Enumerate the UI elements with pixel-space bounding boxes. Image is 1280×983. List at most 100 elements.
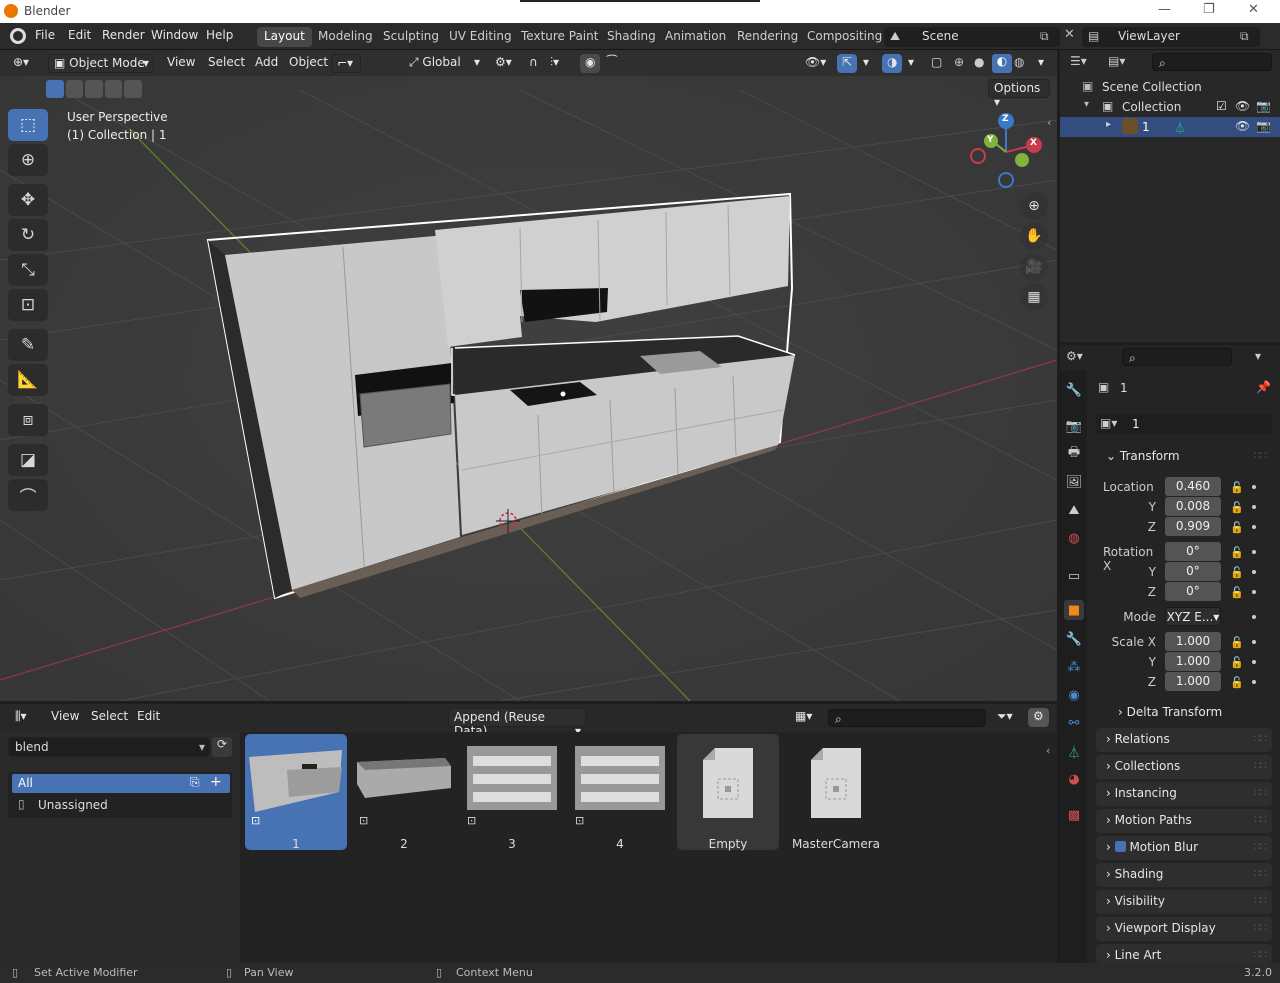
menu-edit[interactable]: Edit xyxy=(68,28,91,42)
transform-orientation-dropdown[interactable]: ⤢ Global ▾ xyxy=(404,54,482,73)
options-dropdown[interactable]: Options ▾ xyxy=(988,79,1050,109)
catalog-item-all[interactable]: All ⎘ + xyxy=(12,774,230,793)
display-thumbnails-icon[interactable]: ▦▾ xyxy=(790,708,817,727)
eye-icon[interactable]: 👁 xyxy=(1235,119,1250,133)
output-tab-icon[interactable]: 🖶 xyxy=(1064,444,1084,464)
motion-blur-panel[interactable]: › Motion Blur ∷∷ xyxy=(1096,836,1272,860)
lock-icon[interactable]: 🔓 xyxy=(1230,586,1244,599)
motion-blur-checkbox[interactable] xyxy=(1114,841,1126,852)
collections-panel[interactable]: › Collections ∷∷ xyxy=(1096,755,1272,779)
asset-item-1[interactable]: ⊡ 1 xyxy=(245,734,347,851)
view-layer-tab-icon[interactable]: 🖼 xyxy=(1064,472,1084,492)
lock-icon[interactable]: 🔓 xyxy=(1230,521,1244,534)
visibility-panel[interactable]: › Visibility ∷∷ xyxy=(1096,890,1272,914)
scale-x-field[interactable]: 1.000 xyxy=(1165,632,1221,651)
add-cube-tool-icon[interactable]: ⧈ xyxy=(8,404,48,436)
world-tab-icon[interactable]: ◍ xyxy=(1064,528,1084,548)
drag-grip-icon[interactable]: ∷∷ xyxy=(1254,786,1267,799)
select-new-icon[interactable] xyxy=(46,80,64,98)
relations-panel[interactable]: › Relations ∷∷ xyxy=(1096,728,1272,752)
drag-grip-icon[interactable]: ∷∷ xyxy=(1254,894,1267,907)
tab-compositing[interactable]: Compositing xyxy=(800,27,889,47)
move-tool-icon[interactable]: ✥ xyxy=(8,184,48,216)
viewport-menu-add[interactable]: Add xyxy=(250,54,283,73)
keyframe-dot-icon[interactable] xyxy=(1252,590,1256,594)
rotation-y-field[interactable]: 0° xyxy=(1165,562,1221,581)
asset-item-master-camera[interactable]: MasterCamera xyxy=(785,734,887,851)
display-mode-icon[interactable]: ▤▾ xyxy=(1108,54,1125,68)
tab-uv-editing[interactable]: UV Editing xyxy=(442,27,519,47)
keyframe-dot-icon[interactable] xyxy=(1252,570,1256,574)
annotate-tool-icon[interactable]: ✎ xyxy=(8,329,48,361)
rotate-tool-icon[interactable]: ↻ xyxy=(8,219,48,251)
scale-tool-icon[interactable]: ⤡ xyxy=(8,254,48,286)
render-camera-icon[interactable]: 📷 xyxy=(1256,119,1271,133)
keyframe-dot-icon[interactable] xyxy=(1252,525,1256,529)
shear-tool-icon[interactable]: ◪ xyxy=(8,444,48,476)
outliner-editor-icon[interactable]: ☰▾ xyxy=(1070,54,1087,68)
eye-icon[interactable]: 👁 xyxy=(1235,99,1250,113)
expand-arrow-icon[interactable]: ▸ xyxy=(1106,119,1111,130)
tab-shading[interactable]: Shading xyxy=(600,27,663,47)
import-mode-dropdown[interactable]: Append (Reuse Data) ▾ xyxy=(448,708,586,738)
maximize-icon[interactable]: ❐ xyxy=(1203,2,1215,17)
wireframe-shading-icon[interactable]: ⊕ xyxy=(954,55,964,69)
outliner-row-object-1[interactable]: ▸ 1 ⏃ 👁 📷 xyxy=(1060,117,1280,137)
particles-tab-icon[interactable]: ⁂ xyxy=(1064,657,1084,677)
measure-tool-icon[interactable]: 📐 xyxy=(8,364,48,396)
delta-transform-subpanel[interactable]: › Delta Transform xyxy=(1118,705,1222,719)
lock-icon[interactable]: 🔓 xyxy=(1230,501,1244,514)
asset-item-3[interactable]: ⊡ 3 xyxy=(461,734,563,851)
select-subtract-icon[interactable] xyxy=(85,80,103,98)
scale-y-field[interactable]: 1.000 xyxy=(1165,652,1221,671)
drag-grip-icon[interactable]: ∷∷ xyxy=(1254,759,1267,772)
asset-menu-select[interactable]: Select xyxy=(86,708,133,727)
viewport-menu-select[interactable]: Select xyxy=(203,54,250,73)
properties-search[interactable]: ⌕ xyxy=(1122,348,1232,366)
lock-icon[interactable]: 🔓 xyxy=(1230,481,1244,494)
tab-sculpting[interactable]: Sculpting xyxy=(376,27,446,47)
select-invert-icon[interactable] xyxy=(104,80,123,98)
xray-icon[interactable]: ▢ xyxy=(926,54,947,73)
outliner-row-scene-collection[interactable]: ▣ Scene Collection xyxy=(1060,77,1280,97)
tab-texture-paint[interactable]: Texture Paint xyxy=(514,27,605,47)
asset-item-empty[interactable]: Empty xyxy=(677,734,779,851)
rotation-mode-dropdown[interactable]: XYZ E...▾ xyxy=(1165,607,1221,626)
falloff-icon[interactable]: ⁀ xyxy=(602,54,622,73)
blender-menu-icon[interactable] xyxy=(10,28,26,44)
asset-library-dropdown[interactable]: blend ▾ xyxy=(8,737,210,757)
keyframe-dot-icon[interactable] xyxy=(1252,505,1256,509)
location-x-field[interactable]: 0.460 xyxy=(1165,477,1221,496)
render-camera-icon[interactable]: 📷 xyxy=(1256,99,1271,113)
exclude-checkbox-icon[interactable]: ☑ xyxy=(1216,99,1227,113)
asset-menu-edit[interactable]: Edit xyxy=(132,708,165,727)
overlays-icon[interactable]: ◑ xyxy=(882,54,903,73)
render-tab-icon[interactable]: 📷 xyxy=(1064,416,1084,436)
motion-paths-panel[interactable]: › Motion Paths ∷∷ xyxy=(1096,809,1272,833)
material-preview-icon[interactable]: ◐ xyxy=(992,54,1012,73)
tab-layout[interactable]: Layout xyxy=(257,27,312,47)
asset-search-input[interactable]: ⌕ xyxy=(828,709,986,727)
pivot-point-icon[interactable]: ⚙▾ xyxy=(490,54,517,73)
close-icon[interactable]: ✕ xyxy=(1248,2,1259,17)
select-extend-icon[interactable] xyxy=(65,80,84,98)
keyframe-dot-icon[interactable] xyxy=(1252,660,1256,664)
menu-file[interactable]: File xyxy=(35,28,55,42)
camera-view-icon[interactable]: 🎥 xyxy=(1020,253,1048,281)
keyframe-dot-icon[interactable] xyxy=(1252,550,1256,554)
scene-selector[interactable]: ⛰ Scene ⧉ xyxy=(884,27,1060,47)
transform-tool-icon[interactable]: ⊡ xyxy=(8,289,48,321)
select-box-tool-icon[interactable]: ⬚ xyxy=(8,109,48,141)
snap-target-icon[interactable]: ⫶▾ xyxy=(545,54,564,73)
outliner-row-collection[interactable]: ▾ ▣ Collection ☑ 👁 📷 xyxy=(1060,97,1280,117)
drag-grip-icon[interactable]: ∷∷ xyxy=(1254,840,1267,853)
lock-icon[interactable]: 🔓 xyxy=(1230,636,1244,649)
material-tab-icon[interactable]: ◕ xyxy=(1064,769,1084,789)
object-gizmo-dropdown[interactable]: ⌐▾ xyxy=(331,54,361,73)
outliner-search[interactable]: ⌕ xyxy=(1152,53,1272,71)
line-art-panel[interactable]: › Line Art ∷∷ xyxy=(1096,944,1272,963)
lock-icon[interactable]: 🔓 xyxy=(1230,676,1244,689)
shading-dropdown-icon[interactable]: ▾ xyxy=(1033,54,1049,73)
object-tab-icon[interactable]: ■ xyxy=(1064,600,1084,620)
select-intersect-icon[interactable] xyxy=(124,80,142,98)
